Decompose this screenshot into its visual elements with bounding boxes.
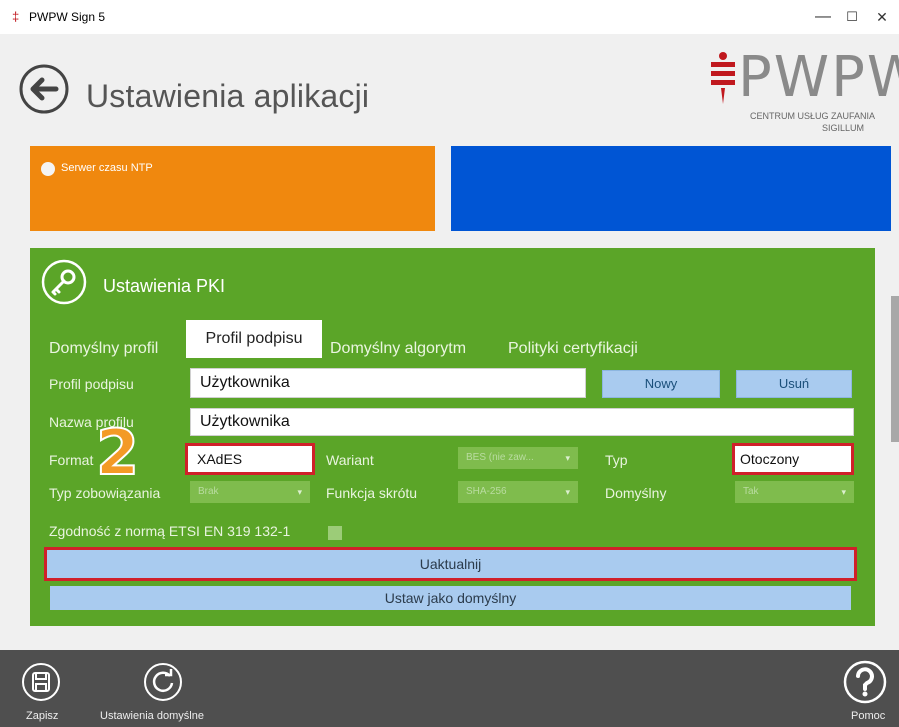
maximize-button[interactable]: ☐ xyxy=(838,4,866,30)
settings-scroll-area: Serwer czasu NTP Ustawienia PKI Domyślny… xyxy=(0,146,899,626)
back-arrow-icon[interactable] xyxy=(18,63,70,115)
logo-subtitle: CENTRUM USŁUG ZAUFANIA xyxy=(750,111,876,121)
window-title: PWPW Sign 5 xyxy=(29,10,106,24)
etsi-checkbox[interactable] xyxy=(328,526,342,540)
key-icon xyxy=(41,259,87,305)
chevron-down-icon: ▾ xyxy=(841,487,846,497)
scrollbar-thumb[interactable] xyxy=(891,296,899,442)
chevron-down-icon: ▾ xyxy=(565,487,570,497)
format-label: Format xyxy=(49,452,94,468)
tab-signature-profile[interactable]: Profil podpisu xyxy=(186,320,322,358)
commitment-select[interactable]: Brak ▾ xyxy=(190,481,310,503)
time-settings-tile xyxy=(30,146,435,231)
page-title: Ustawienia aplikacji xyxy=(86,78,370,114)
minimize-button[interactable]: — xyxy=(809,4,837,30)
new-profile-button[interactable]: Nowy xyxy=(602,370,720,398)
ntp-radio-label: Serwer czasu NTP xyxy=(61,162,153,174)
reset-defaults-button[interactable]: Ustawienia domyślne xyxy=(100,710,204,722)
close-button[interactable]: ✕ xyxy=(868,4,896,30)
help-button[interactable]: Pomoc xyxy=(851,710,885,722)
ntp-radio[interactable] xyxy=(41,162,55,176)
blue-settings-tile xyxy=(451,146,891,231)
pki-title: Ustawienia PKI xyxy=(103,276,226,296)
default-select-value: Tak xyxy=(743,486,759,497)
step-number-annotation: 2 xyxy=(95,415,140,490)
default-select[interactable]: Tak ▾ xyxy=(735,481,854,503)
profile-name-input[interactable]: Użytkownika xyxy=(190,408,854,436)
delete-profile-button[interactable]: Usuń xyxy=(736,370,852,398)
update-button[interactable]: Uaktualnij xyxy=(44,547,857,581)
type-select[interactable]: Otoczony xyxy=(732,443,854,475)
app-icon: ‡ xyxy=(12,9,20,24)
hash-label: Funkcja skrótu xyxy=(326,485,418,501)
format-select[interactable]: XAdES xyxy=(185,443,315,475)
logo-text: PWPW xyxy=(738,45,899,110)
variant-select[interactable]: BES (nie zaw... ▾ xyxy=(458,447,578,469)
profile-select[interactable]: Użytkownika xyxy=(190,368,586,398)
set-default-button[interactable]: Ustaw jako domyślny xyxy=(50,586,851,610)
tab-default-profile[interactable]: Domyślny profil xyxy=(49,340,158,358)
reset-defaults-icon[interactable] xyxy=(143,662,183,702)
default-label: Domyślny xyxy=(605,485,667,501)
variant-label: Wariant xyxy=(326,452,374,468)
save-icon[interactable] xyxy=(21,662,61,702)
title-bar xyxy=(0,0,899,34)
chevron-down-icon: ▾ xyxy=(297,487,302,497)
hash-select[interactable]: SHA-256 ▾ xyxy=(458,481,578,503)
chevron-down-icon: ▾ xyxy=(565,453,570,463)
tab-default-algorithm[interactable]: Domyślny algorytm xyxy=(330,340,466,358)
tab-certification-policies[interactable]: Polityki certyfikacji xyxy=(508,340,638,358)
type-label: Typ xyxy=(605,452,628,468)
profile-label: Profil podpisu xyxy=(49,376,134,392)
variant-select-value: BES (nie zaw... xyxy=(466,452,534,463)
save-button[interactable]: Zapisz xyxy=(26,710,58,722)
pwpw-logo-mark-icon xyxy=(708,52,738,106)
help-icon[interactable] xyxy=(843,660,887,704)
logo-subtitle-2: SIGILLUM xyxy=(822,123,865,133)
commitment-select-value: Brak xyxy=(198,486,219,497)
hash-select-value: SHA-256 xyxy=(466,486,507,497)
etsi-label: Zgodność z normą ETSI EN 319 132-1 xyxy=(49,523,291,539)
